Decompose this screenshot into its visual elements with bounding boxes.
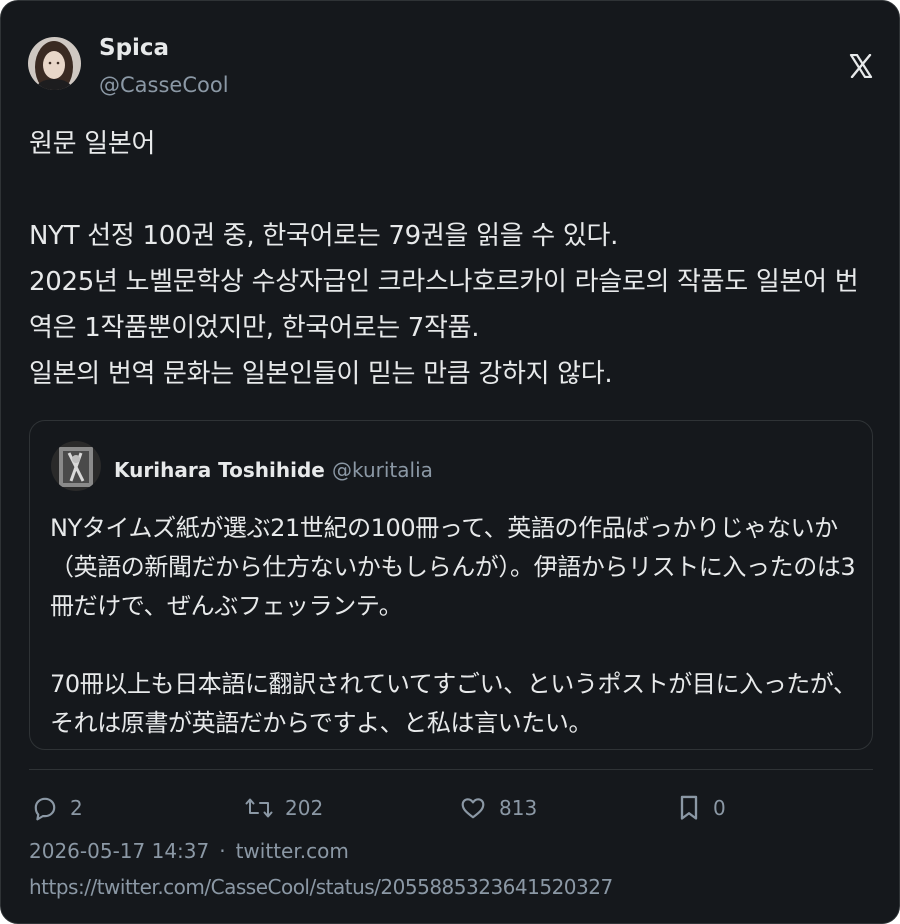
author-avatar[interactable] (28, 37, 81, 90)
quoted-tweet-text: NYタイムズ紙が選ぶ21世紀の100冊って、英語の作品ばっかりじゃないか（英語の… (50, 514, 857, 737)
like-button[interactable]: 813 (459, 791, 537, 825)
divider (29, 769, 873, 770)
bookmark-button[interactable]: 0 (677, 791, 726, 825)
quoted-tweet[interactable]: Kurihara Toshihide @kuritalia NYタイムズ紙が選ぶ… (29, 420, 873, 750)
tweet-card: Spica @CasseCool 원문 일본어 NYT 선정 100권 중, 한… (0, 0, 900, 924)
retweet-icon (245, 795, 273, 821)
source-link[interactable]: twitter.com (236, 839, 349, 863)
reply-button[interactable]: 2 (32, 791, 83, 825)
like-count: 813 (499, 796, 538, 820)
author-name[interactable]: Spica (99, 35, 169, 61)
reply-count: 2 (70, 796, 83, 820)
separator: · (219, 839, 226, 863)
tweet-url[interactable]: https://twitter.com/CasseCool/status/205… (29, 875, 613, 899)
reply-icon (32, 795, 58, 821)
tweet-text: 원문 일본어 NYT 선정 100권 중, 한국어로는 79권을 읽을 수 있다… (29, 129, 859, 389)
quoted-author-name[interactable]: Kurihara Toshihide (114, 458, 325, 482)
retweet-button[interactable]: 202 (245, 791, 323, 825)
x-logo-icon[interactable] (849, 53, 873, 79)
bookmark-count: 0 (713, 796, 726, 820)
retweet-count: 202 (285, 796, 324, 820)
tweet-meta: 2026-05-17 14:37 · twitter.com (29, 839, 349, 863)
timestamp[interactable]: 2026-05-17 14:37 (29, 839, 209, 863)
quoted-author-handle[interactable]: @kuritalia (332, 458, 433, 482)
heart-icon (459, 795, 487, 821)
quoted-author-avatar[interactable] (51, 441, 101, 491)
bookmark-icon (677, 794, 701, 822)
author-handle[interactable]: @CasseCool (99, 73, 229, 97)
